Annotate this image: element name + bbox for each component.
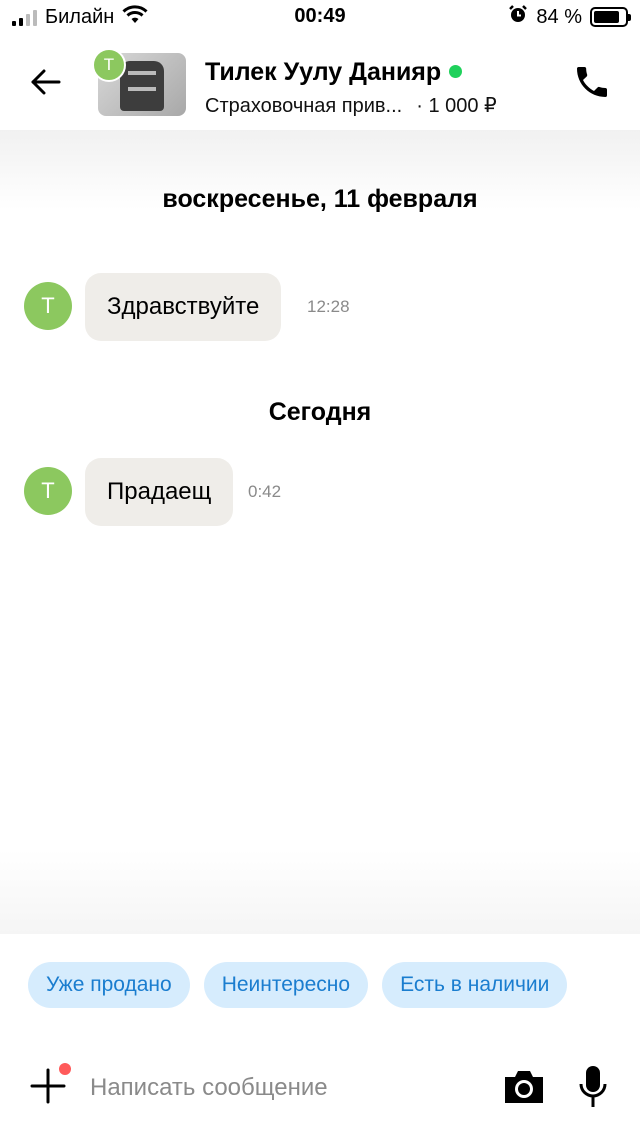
arrow-left-icon — [31, 69, 61, 95]
message-input[interactable] — [90, 1070, 480, 1106]
camera-button[interactable] — [502, 1068, 546, 1106]
microphone-icon — [579, 1066, 607, 1107]
phone-icon — [577, 67, 607, 97]
battery-percent: 84 % — [536, 5, 582, 28]
message-time: 0:42 — [248, 482, 282, 501]
microphone-button[interactable] — [578, 1064, 608, 1110]
notification-dot — [59, 1063, 71, 1075]
quick-replies: Уже продано Неинтересно Есть в наличии — [28, 962, 568, 1008]
date-separator: воскресенье, 11 февраля — [162, 185, 478, 213]
online-status-dot — [449, 64, 463, 78]
date-separator: Сегодня — [268, 398, 372, 426]
camera-icon — [505, 1071, 543, 1103]
quick-reply-not-interested[interactable]: Неинтересно — [203, 962, 369, 1008]
status-bar: Билайн 00:49 84 % — [0, 0, 640, 36]
message-avatar[interactable]: Т — [24, 282, 72, 330]
message-avatar[interactable]: Т — [24, 467, 72, 515]
contact-name: Тилек Уулу Данияр — [205, 58, 442, 86]
chat-history[interactable]: воскресенье, 11 февраля Т Здравствуйте 1… — [0, 130, 640, 934]
battery-icon — [590, 7, 631, 27]
message-time: 12:28 — [307, 297, 350, 316]
call-button[interactable] — [572, 62, 612, 102]
message-composer — [0, 1050, 640, 1126]
contact-avatar: Т — [92, 48, 126, 82]
alarm-icon — [508, 4, 528, 30]
listing-title: Страховочная прив... — [205, 95, 403, 117]
listing-price: · 1 000 ₽ — [416, 95, 497, 117]
message-bubble[interactable]: Прадаещ — [85, 458, 234, 526]
chat-header: Т Тилек Уулу Данияр Страховочная прив...… — [0, 36, 640, 130]
back-button[interactable] — [26, 62, 66, 102]
quick-reply-in-stock[interactable]: Есть в наличии — [382, 962, 568, 1008]
message-bubble[interactable]: Здравствуйте — [85, 273, 282, 341]
quick-reply-sold[interactable]: Уже продано — [28, 962, 190, 1008]
listing-info[interactable]: Страховочная прив... · 1 000 ₽ — [205, 93, 497, 118]
contact-name-row[interactable]: Тилек Уулу Данияр — [205, 58, 463, 87]
